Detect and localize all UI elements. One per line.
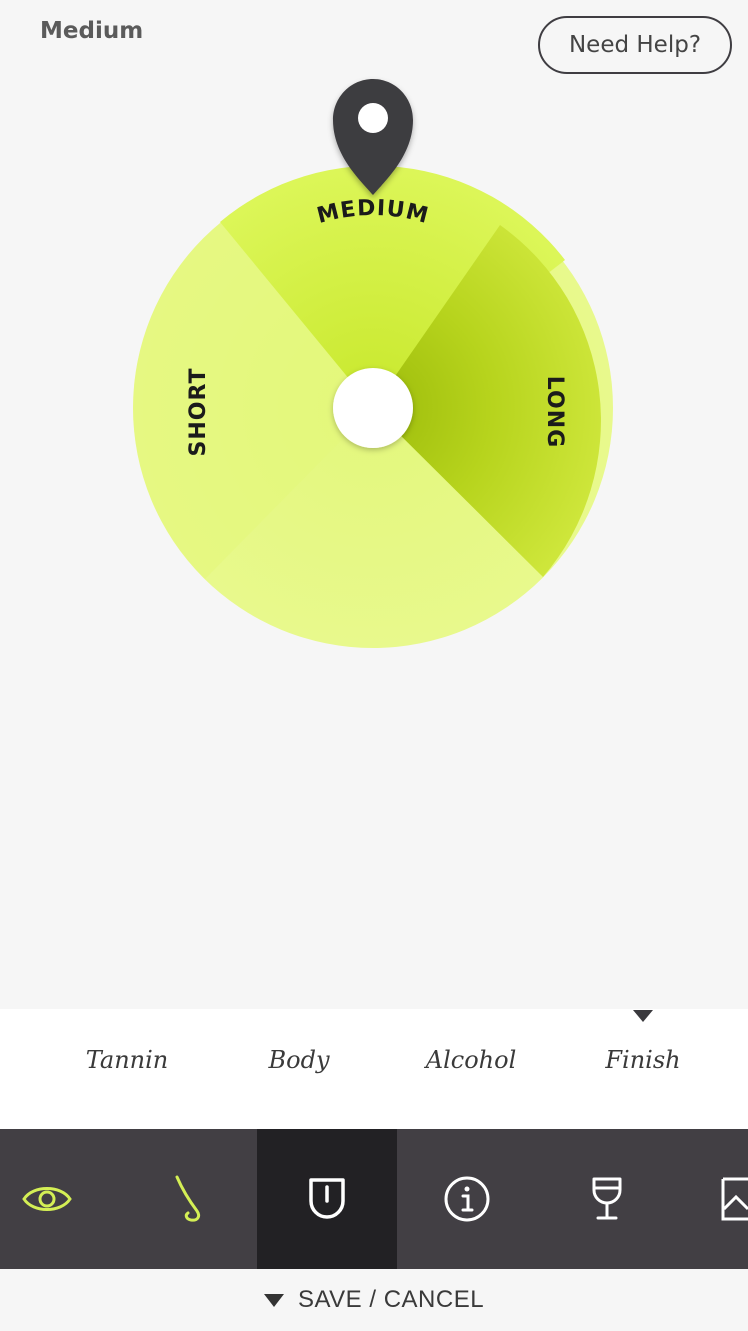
category-alcohol[interactable]: Alcohol xyxy=(426,1046,516,1074)
selected-value-label: Medium xyxy=(40,18,144,44)
need-help-button[interactable]: Need Help? xyxy=(538,16,732,74)
active-category-indicator xyxy=(633,1010,653,1022)
nose-icon xyxy=(175,1175,201,1222)
save-cancel-label: SAVE / CANCEL xyxy=(297,1286,485,1313)
tool-nose[interactable] xyxy=(117,1129,257,1269)
wheel-center-hole xyxy=(333,368,413,448)
caret-down-icon xyxy=(263,1293,284,1307)
wheel-label-long: LONG xyxy=(542,376,567,448)
save-cancel-button[interactable]: SAVE / CANCEL xyxy=(0,1269,748,1331)
palate-icon xyxy=(309,1178,345,1219)
wine-glass-icon xyxy=(592,1177,622,1220)
category-body[interactable]: Body xyxy=(268,1046,329,1074)
category-tannin[interactable]: Tannin xyxy=(86,1046,169,1074)
tool-sight[interactable] xyxy=(0,1129,117,1269)
image-icon xyxy=(721,1177,748,1221)
wheel-svg[interactable]: MEDIUM LONG SHORT xyxy=(0,70,748,690)
bottom-toolbar xyxy=(0,1129,748,1269)
wheel-label-short: SHORT xyxy=(186,368,211,457)
category-finish[interactable]: Finish xyxy=(605,1046,680,1074)
tool-image[interactable] xyxy=(677,1129,748,1269)
tool-info[interactable] xyxy=(397,1129,537,1269)
info-icon xyxy=(444,1176,490,1222)
tool-wine[interactable] xyxy=(537,1129,677,1269)
eye-icon xyxy=(22,1187,72,1211)
finish-wheel[interactable]: MEDIUM LONG SHORT xyxy=(0,70,748,690)
tool-palate[interactable] xyxy=(257,1129,397,1269)
